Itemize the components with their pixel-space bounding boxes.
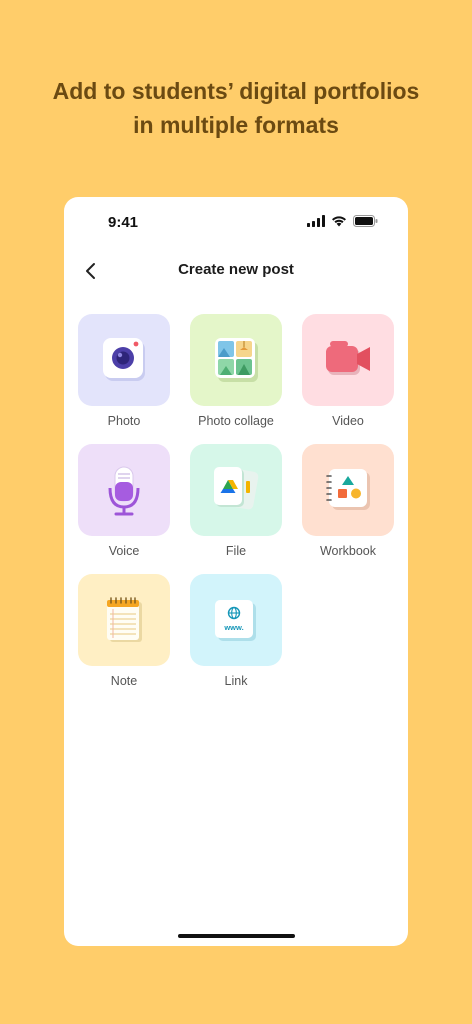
video-camera-icon xyxy=(326,341,370,375)
photo-collage-icon xyxy=(215,338,258,382)
headline-line-2: in multiple formats xyxy=(133,112,339,138)
post-type-voice[interactable]: Voice xyxy=(78,444,170,562)
tile-label: Workbook xyxy=(319,544,377,558)
status-bar: 9:41 xyxy=(64,197,408,247)
post-type-workbook[interactable]: Workbook xyxy=(302,444,394,562)
tile-label: Video xyxy=(332,414,364,428)
tile-label: Voice xyxy=(108,544,140,558)
home-indicator xyxy=(178,934,295,938)
headline: Add to students’ digital portfolios in m… xyxy=(0,74,472,142)
link-www-text: www. xyxy=(223,623,243,632)
signal-icon xyxy=(307,215,325,227)
workbook-icon xyxy=(326,469,370,510)
file-icon xyxy=(214,467,259,510)
notepad-icon xyxy=(107,597,142,642)
post-type-note[interactable]: Note xyxy=(78,574,170,692)
link-globe-icon: www. xyxy=(215,600,256,641)
tile-label: Photo collage xyxy=(198,414,274,428)
phone-screen: 9:41 Create new post Photo Photo collage… xyxy=(64,197,408,946)
tile-label: Note xyxy=(110,674,138,688)
status-time: 9:41 xyxy=(108,214,139,231)
headline-line-1: Add to students’ digital portfolios xyxy=(52,78,420,104)
tile-label: Photo xyxy=(107,414,141,428)
post-type-link[interactable]: www. Link xyxy=(190,574,282,692)
status-icons xyxy=(307,215,378,227)
battery-icon xyxy=(353,215,378,227)
microphone-icon xyxy=(108,466,140,516)
wifi-icon xyxy=(332,216,346,227)
tile-label: File xyxy=(225,544,247,558)
post-type-video[interactable]: Video xyxy=(302,314,394,432)
camera-icon xyxy=(103,338,145,381)
post-type-file[interactable]: File xyxy=(190,444,282,562)
post-type-photo-collage[interactable]: Photo collage xyxy=(190,314,282,432)
nav-bar: Create new post xyxy=(64,253,408,289)
post-type-photo[interactable]: Photo xyxy=(78,314,170,432)
page-title: Create new post xyxy=(178,261,294,278)
tile-label: Link xyxy=(224,674,248,688)
